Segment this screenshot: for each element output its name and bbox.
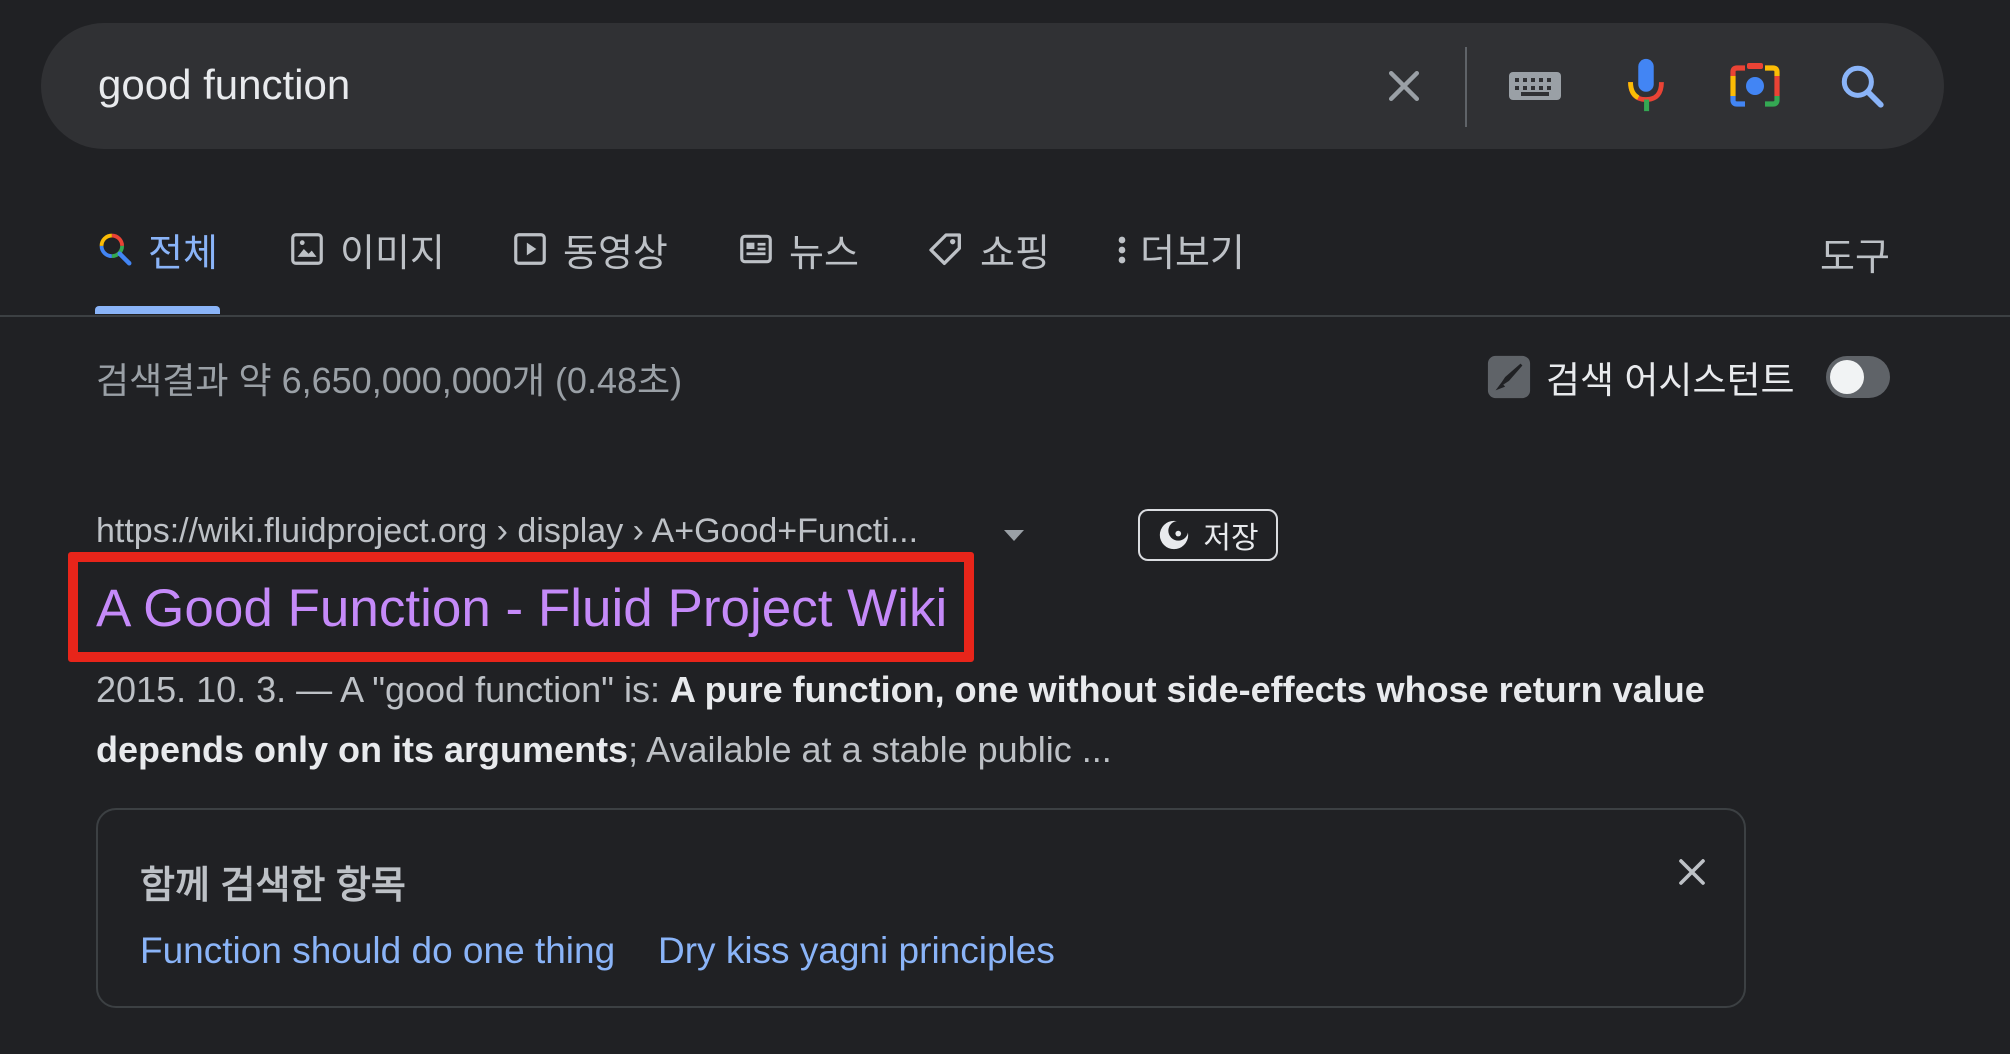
tab-label: 전체 (148, 233, 218, 275)
image-icon (291, 233, 323, 265)
search-icon[interactable] (1829, 53, 1895, 119)
snippet-rest: ; Available at a stable public ... (628, 729, 1112, 770)
related-searches-box: 함께 검색한 항목 Function should do one thing D… (96, 808, 1746, 1008)
tab-images[interactable]: 이미지 (288, 222, 445, 302)
tab-videos[interactable]: 동영상 (511, 222, 668, 302)
tab-news[interactable]: 뉴스 (737, 222, 859, 302)
save-label: 저장 (1203, 522, 1259, 555)
tab-label: 쇼핑 (980, 233, 1050, 275)
tab-label: 이미지 (340, 233, 445, 275)
tab-label: 동영상 (563, 233, 668, 275)
toggle-knob (1830, 360, 1864, 394)
result-stats: 검색결과 약 6,650,000,000개 (0.48초) (96, 360, 683, 401)
tab-more[interactable]: 더보기 (1112, 222, 1245, 302)
assistant-toggle[interactable] (1826, 356, 1890, 398)
tools-button[interactable]: 도구 (1820, 226, 1890, 281)
tabs-divider (0, 315, 2010, 317)
microphone-icon[interactable] (1613, 53, 1679, 119)
moon-save-icon (1160, 520, 1189, 550)
result-breadcrumb[interactable]: https://wiki.fluidproject.org › display … (96, 512, 918, 551)
tab-all[interactable]: 전체 (96, 222, 218, 302)
active-tab-indicator (95, 306, 220, 314)
snippet-date: 2015. 10. 3. — A "good function" is: (96, 669, 670, 710)
keyboard-icon[interactable] (1502, 53, 1568, 119)
tab-label: 더보기 (1140, 233, 1245, 275)
highlight-annotation (68, 552, 974, 662)
news-icon (740, 234, 772, 264)
search-results-page: good function 전체 이미지 동영상 뉴스 쇼핑 더보기 도구 검색… (0, 0, 2010, 1054)
search-bar-divider (1465, 47, 1467, 127)
tab-label: 뉴스 (789, 233, 859, 275)
search-bar[interactable]: good function (41, 23, 1944, 149)
assistant-label: 검색 어시스턴트 (1546, 360, 1795, 401)
related-link[interactable]: Dry kiss yagni principles (658, 930, 1055, 972)
search-color-icon (99, 233, 132, 266)
camera-lens-icon[interactable] (1722, 53, 1788, 119)
video-icon (514, 233, 546, 265)
assistant-brush-icon (1487, 355, 1531, 399)
search-input[interactable]: good function (98, 61, 350, 109)
result-menu-arrow-icon[interactable] (1004, 530, 1024, 541)
clear-icon[interactable] (1371, 53, 1437, 119)
search-assistant: 검색 어시스턴트 (1486, 350, 1795, 404)
tag-icon (929, 233, 961, 265)
close-icon[interactable] (1670, 850, 1714, 894)
result-snippet: 2015. 10. 3. — A "good function" is: A p… (96, 660, 1796, 780)
tab-shopping[interactable]: 쇼핑 (926, 222, 1050, 302)
save-button[interactable]: 저장 (1138, 509, 1278, 561)
related-searches-title: 함께 검색한 항목 (140, 865, 406, 907)
more-vert-icon (1118, 236, 1126, 264)
related-link[interactable]: Function should do one thing (140, 930, 615, 972)
